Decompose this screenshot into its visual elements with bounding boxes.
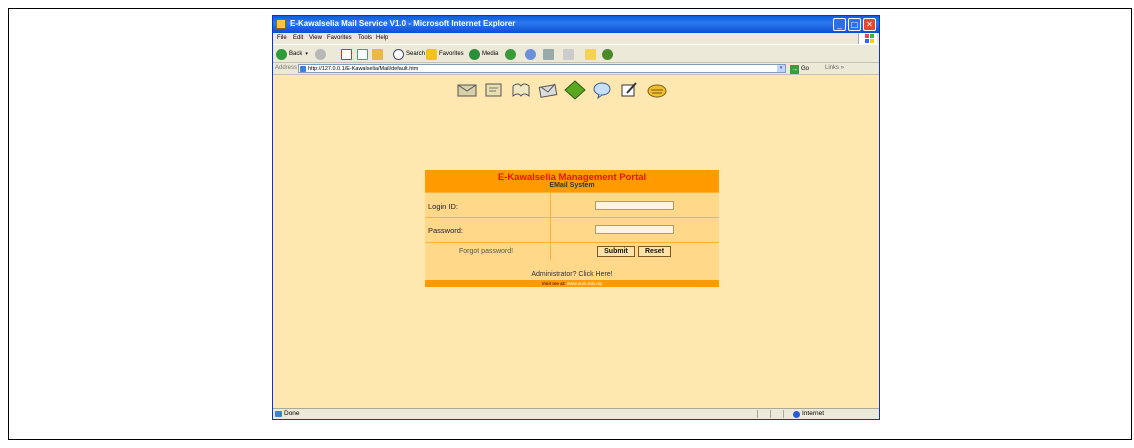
submit-button[interactable]: Submit [597, 246, 635, 257]
actions-row: Forgot password! Submit Reset [425, 242, 719, 261]
row-divider [550, 218, 551, 243]
links-button[interactable]: Links » [825, 65, 844, 71]
search-button[interactable]: Search [393, 48, 425, 60]
forward-arrow-icon [315, 48, 326, 60]
refresh-button[interactable] [357, 48, 370, 60]
go-arrow-icon: → [790, 64, 799, 74]
maximize-button[interactable]: □ [848, 18, 861, 31]
status-separator [783, 410, 784, 418]
print-icon [543, 48, 554, 60]
go-label: Go [801, 66, 810, 72]
internet-zone-icon [793, 411, 800, 418]
password-label: Password: [428, 226, 464, 235]
stop-icon [341, 48, 352, 60]
search-icon [393, 48, 404, 60]
favorites-button[interactable]: Favorites [426, 48, 464, 60]
edit-page-icon [563, 48, 574, 60]
window-title: E-Kawalselia Mail Service V1.0 - Microso… [290, 19, 516, 28]
status-text: Done [284, 410, 300, 417]
address-bar: Address http://127.0.0.1/E-Kawalselia/Ma… [273, 63, 879, 75]
folder-icon [585, 48, 596, 60]
home-button[interactable] [372, 48, 385, 60]
menu-favorites[interactable]: Favorites [327, 35, 352, 41]
back-dropdown-icon: ▾ [305, 51, 308, 57]
status-separator [757, 410, 758, 418]
status-separator [770, 410, 771, 418]
menu-help[interactable]: Help [376, 35, 388, 41]
address-url: http://127.0.0.1/E-Kawalselia/Mail/defau… [308, 66, 419, 72]
stop-button[interactable] [341, 48, 354, 60]
speech-bubble-icon[interactable] [591, 80, 613, 100]
windows-logo-icon [858, 33, 877, 44]
page-icon [300, 66, 306, 72]
envelope-icon[interactable] [537, 80, 559, 100]
login-id-input[interactable] [595, 201, 674, 210]
menu-tools[interactable]: Tools [358, 35, 372, 41]
history-icon [505, 48, 516, 60]
password-row: Password: [425, 217, 719, 243]
login-panel: E-Kawalselia Management Portal EMail Sys… [425, 170, 719, 290]
back-arrow-icon [276, 48, 287, 60]
portal-header: E-Kawalselia Management Portal EMail Sys… [425, 170, 719, 192]
admin-link[interactable]: Administrator? Click Here! [425, 270, 719, 280]
links-label: Links [825, 65, 840, 71]
menu-file[interactable]: File [277, 35, 287, 41]
portal-subtitle: EMail System [549, 182, 595, 189]
ie-app-icon [276, 19, 286, 29]
forward-button[interactable] [315, 48, 328, 60]
minimize-button[interactable]: _ [833, 18, 846, 31]
address-label: Address [275, 65, 298, 71]
address-input[interactable]: http://127.0.0.1/E-Kawalselia/Mail/defau… [298, 64, 786, 73]
search-label: Search [406, 51, 426, 57]
browser-window: E-Kawalselia Mail Service V1.0 - Microso… [272, 15, 880, 420]
reset-button[interactable]: Reset [638, 246, 671, 257]
edit-icon[interactable] [618, 80, 640, 100]
messenger-button[interactable] [602, 48, 615, 60]
page-content: E-Kawalselia Management Portal EMail Sys… [273, 75, 879, 408]
address-book-icon[interactable] [510, 80, 532, 100]
compose-icon[interactable] [483, 80, 505, 100]
visit-label: Visit me at: [541, 281, 566, 286]
visit-footer: Visit me at: www.uum.edu.my [425, 280, 719, 287]
standard-toolbar: Back ▾ Search Favorites Media [273, 44, 879, 63]
login-id-label: Login ID: [428, 202, 459, 211]
star-icon [426, 48, 437, 60]
back-label: Back [289, 51, 303, 57]
forgot-password-link[interactable]: Forgot password! [459, 248, 513, 255]
back-button[interactable]: Back ▾ [276, 48, 308, 60]
refresh-icon [357, 48, 368, 60]
edit-button[interactable] [563, 48, 576, 60]
spacer-row [425, 260, 719, 270]
logout-icon[interactable] [646, 80, 668, 100]
row-divider [550, 243, 551, 261]
address-dropdown-icon[interactable]: ▾ [777, 65, 785, 72]
mail-icon [525, 48, 536, 60]
diamond-icon[interactable] [564, 80, 586, 100]
media-button[interactable]: Media [469, 48, 498, 60]
media-label: Media [482, 51, 499, 57]
title-bar[interactable]: E-Kawalselia Mail Service V1.0 - Microso… [273, 16, 879, 33]
home-icon [372, 48, 383, 60]
login-row: Login ID: [425, 192, 719, 218]
go-button[interactable]: → Go [790, 64, 809, 74]
history-button[interactable] [505, 48, 518, 60]
zone-text: Internet [802, 410, 825, 417]
row-divider [550, 193, 551, 218]
close-button[interactable]: ✕ [863, 18, 876, 31]
visit-url[interactable]: www.uum.edu.my [567, 281, 603, 286]
menu-edit[interactable]: Edit [293, 35, 303, 41]
page-done-icon [275, 411, 282, 417]
status-bar: Done Internet [273, 408, 879, 419]
menu-view[interactable]: View [309, 35, 322, 41]
mail-inbox-icon[interactable] [456, 80, 478, 100]
mail-button[interactable] [525, 48, 538, 60]
nav-icon-row [456, 79, 696, 103]
media-icon [469, 48, 480, 60]
password-input[interactable] [595, 225, 674, 234]
folder-button[interactable] [585, 48, 598, 60]
favorites-label: Favorites [439, 51, 464, 57]
messenger-icon [602, 48, 613, 60]
menu-bar: File Edit View Favorites Tools Help [273, 33, 879, 44]
print-button[interactable] [543, 48, 556, 60]
